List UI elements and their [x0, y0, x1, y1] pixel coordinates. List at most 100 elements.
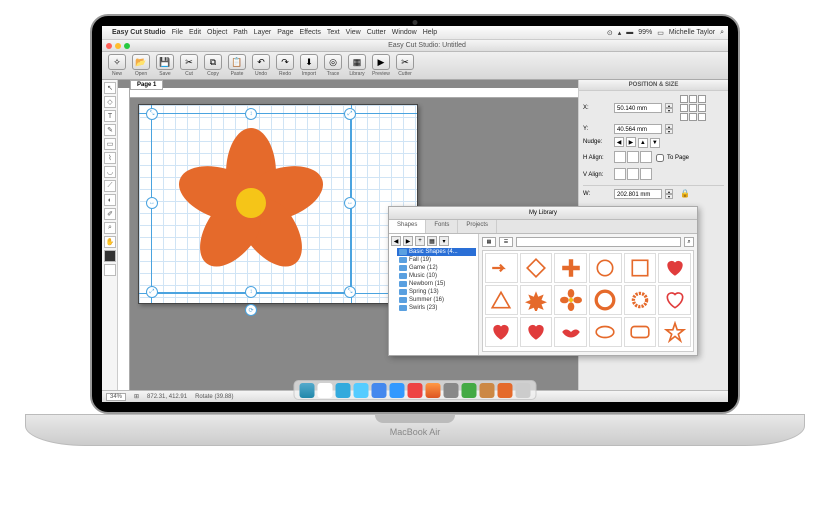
- menu-effects[interactable]: Effects: [300, 29, 321, 36]
- shape-tool[interactable]: ▭: [104, 138, 116, 150]
- nudge-up[interactable]: ▲: [638, 138, 648, 148]
- dock-calendar[interactable]: [318, 383, 333, 398]
- flower-shape[interactable]: [176, 128, 326, 278]
- shape-star[interactable]: [658, 317, 691, 347]
- halign-center[interactable]: [627, 151, 639, 163]
- shape-burst[interactable]: [520, 285, 553, 315]
- stroke-swatch[interactable]: [104, 264, 116, 276]
- handle-rotate[interactable]: ⟳: [245, 304, 257, 316]
- shape-lips[interactable]: [554, 317, 587, 347]
- dock-appstore[interactable]: [336, 383, 351, 398]
- wifi-icon[interactable]: ⊙: [607, 29, 613, 37]
- tree-add[interactable]: +: [415, 236, 425, 246]
- battery-icon[interactable]: ▭: [657, 29, 664, 37]
- folder-fall[interactable]: Fall (19): [397, 256, 476, 264]
- fill-swatch[interactable]: [104, 250, 116, 262]
- ruler-horizontal[interactable]: [130, 88, 578, 98]
- halign-right[interactable]: [640, 151, 652, 163]
- toolbar-import[interactable]: ⬇Import: [298, 54, 320, 77]
- toolbar-library[interactable]: ▦Library: [346, 54, 368, 77]
- w-input[interactable]: 202.801 mm: [614, 189, 662, 199]
- handle-top-right[interactable]: ⤢: [344, 108, 356, 120]
- library-search[interactable]: [516, 237, 681, 247]
- menu-page[interactable]: Page: [277, 29, 293, 36]
- handle-mid-right[interactable]: ↔: [344, 197, 356, 209]
- valign-bottom[interactable]: [640, 168, 652, 180]
- tree-new-folder[interactable]: ▦: [427, 236, 437, 246]
- shape-flower[interactable]: [554, 285, 587, 315]
- y-input[interactable]: 40.564 mm: [614, 124, 662, 134]
- library-titlebar[interactable]: My Library: [389, 207, 697, 220]
- hand-tool[interactable]: ✋: [104, 236, 116, 248]
- view-list[interactable]: ☰: [499, 237, 513, 247]
- node-tool[interactable]: ◇: [104, 96, 116, 108]
- folder-game[interactable]: Game (12): [397, 264, 476, 272]
- x-stepper[interactable]: ▴▾: [665, 103, 673, 113]
- signal-icon[interactable]: ▴: [618, 29, 622, 37]
- selection-box[interactable]: ⤡ ↕ ⤢ ↔ ↔ ⤢ ↕ ⤡ ⟳: [151, 113, 351, 293]
- handle-bottom-right[interactable]: ⤡: [344, 286, 356, 298]
- valign-top[interactable]: [614, 168, 626, 180]
- menu-cutter[interactable]: Cutter: [367, 29, 386, 36]
- user-name[interactable]: Michelle Taylor: [669, 29, 715, 36]
- page-tab[interactable]: Page 1: [130, 80, 163, 90]
- guide-horizontal[interactable]: [139, 293, 417, 294]
- minimize-button[interactable]: [115, 43, 121, 49]
- tree-back[interactable]: ◀: [391, 236, 401, 246]
- eyedropper-tool[interactable]: ✐: [104, 208, 116, 220]
- nudge-right[interactable]: ▶: [626, 137, 636, 147]
- shape-donut[interactable]: [589, 285, 622, 315]
- y-stepper[interactable]: ▴▾: [665, 124, 673, 134]
- eraser-tool[interactable]: ◡: [104, 166, 116, 178]
- shape-heart-red[interactable]: [485, 317, 518, 347]
- toolbar-cutter[interactable]: ✂Cutter: [394, 54, 416, 77]
- toolbar-paste[interactable]: 📋Paste: [226, 54, 248, 77]
- shape-gear[interactable]: [624, 285, 657, 315]
- menu-view[interactable]: View: [346, 29, 361, 36]
- close-button[interactable]: [106, 43, 112, 49]
- folder-newborn[interactable]: Newborn (15): [397, 280, 476, 288]
- zoom-tool[interactable]: ⌕: [104, 222, 116, 234]
- toolbar-cut[interactable]: ✂Cut: [178, 54, 200, 77]
- shape-triangle[interactable]: [485, 285, 518, 315]
- zoom-button[interactable]: [124, 43, 130, 49]
- handle-bottom-left[interactable]: ⤢: [146, 286, 158, 298]
- folder-swirls[interactable]: Swirls (23): [397, 304, 476, 312]
- dock-photos[interactable]: [408, 383, 423, 398]
- anchor-grid[interactable]: [680, 95, 706, 121]
- toolbar-redo[interactable]: ↷Redo: [274, 54, 296, 77]
- shape-heart[interactable]: [658, 253, 691, 283]
- dock-itunes[interactable]: [426, 383, 441, 398]
- w-stepper[interactable]: ▴▾: [665, 189, 673, 199]
- folder-basic-shapes[interactable]: Basic Shapes (4...: [397, 248, 476, 256]
- toolbar-undo[interactable]: ↶Undo: [250, 54, 272, 77]
- menu-layer[interactable]: Layer: [254, 29, 272, 36]
- zoom-level[interactable]: 34%: [106, 393, 126, 401]
- shape-circle[interactable]: [589, 253, 622, 283]
- dock-mail[interactable]: [372, 383, 387, 398]
- tree-forward[interactable]: ▶: [403, 236, 413, 246]
- toolbar-save[interactable]: 💾Save: [154, 54, 176, 77]
- dock-preferences[interactable]: [444, 383, 459, 398]
- dock-facetime[interactable]: [462, 383, 477, 398]
- folder-spring[interactable]: Spring (13): [397, 288, 476, 296]
- toolbar-trace[interactable]: ◎Trace: [322, 54, 344, 77]
- knife-tool[interactable]: ⟋: [104, 180, 116, 192]
- nudge-left[interactable]: ◀: [614, 137, 624, 147]
- dock-app[interactable]: [498, 383, 513, 398]
- handle-mid-left[interactable]: ↔: [146, 197, 158, 209]
- menu-path[interactable]: Path: [233, 29, 247, 36]
- tab-shapes[interactable]: Shapes: [389, 220, 426, 233]
- to-page-checkbox[interactable]: [656, 154, 664, 162]
- menu-file[interactable]: File: [172, 29, 183, 36]
- app-name[interactable]: Easy Cut Studio: [112, 29, 166, 36]
- canvas-page[interactable]: ⤡ ↕ ⤢ ↔ ↔ ⤢ ↕ ⤡ ⟳: [138, 104, 418, 304]
- tab-fonts[interactable]: Fonts: [426, 220, 458, 233]
- folder-summer[interactable]: Summer (16): [397, 296, 476, 304]
- tree-menu[interactable]: ▾: [439, 236, 449, 246]
- shape-ellipse[interactable]: [589, 317, 622, 347]
- dock-safari[interactable]: [354, 383, 369, 398]
- dock-ecs[interactable]: [480, 383, 495, 398]
- handle-bottom-mid[interactable]: ↕: [245, 286, 257, 298]
- toolbar-preview[interactable]: ▶Preview: [370, 54, 392, 77]
